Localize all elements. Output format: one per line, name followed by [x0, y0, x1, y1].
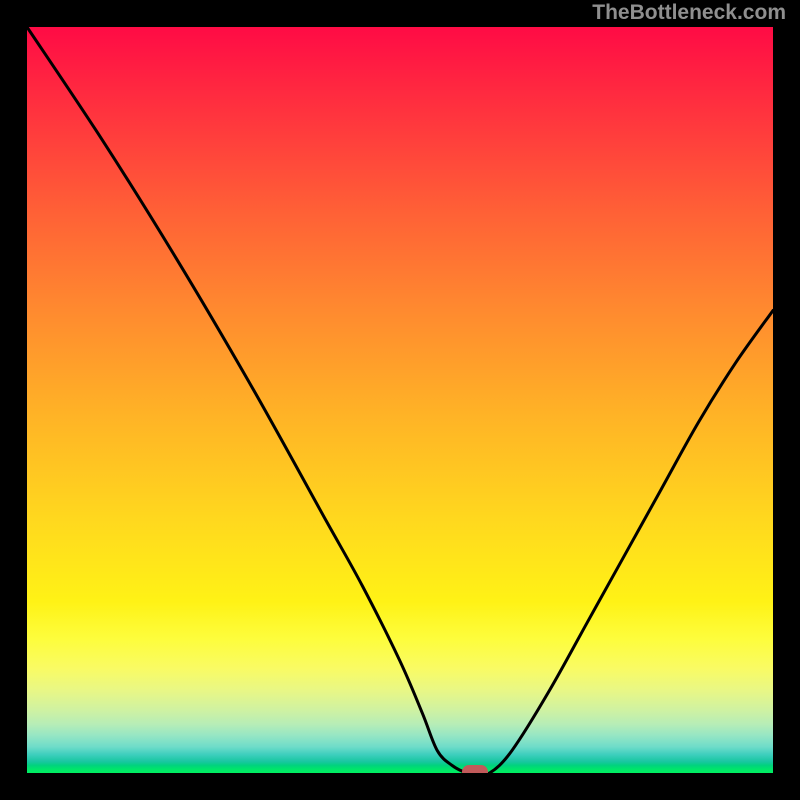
bottleneck-curve: [27, 27, 773, 773]
chart-frame: TheBottleneck.com: [0, 0, 800, 800]
plot-area: [27, 27, 773, 773]
optimal-point-marker: [462, 765, 488, 773]
watermark-text: TheBottleneck.com: [592, 1, 786, 25]
curve-path: [27, 27, 773, 773]
